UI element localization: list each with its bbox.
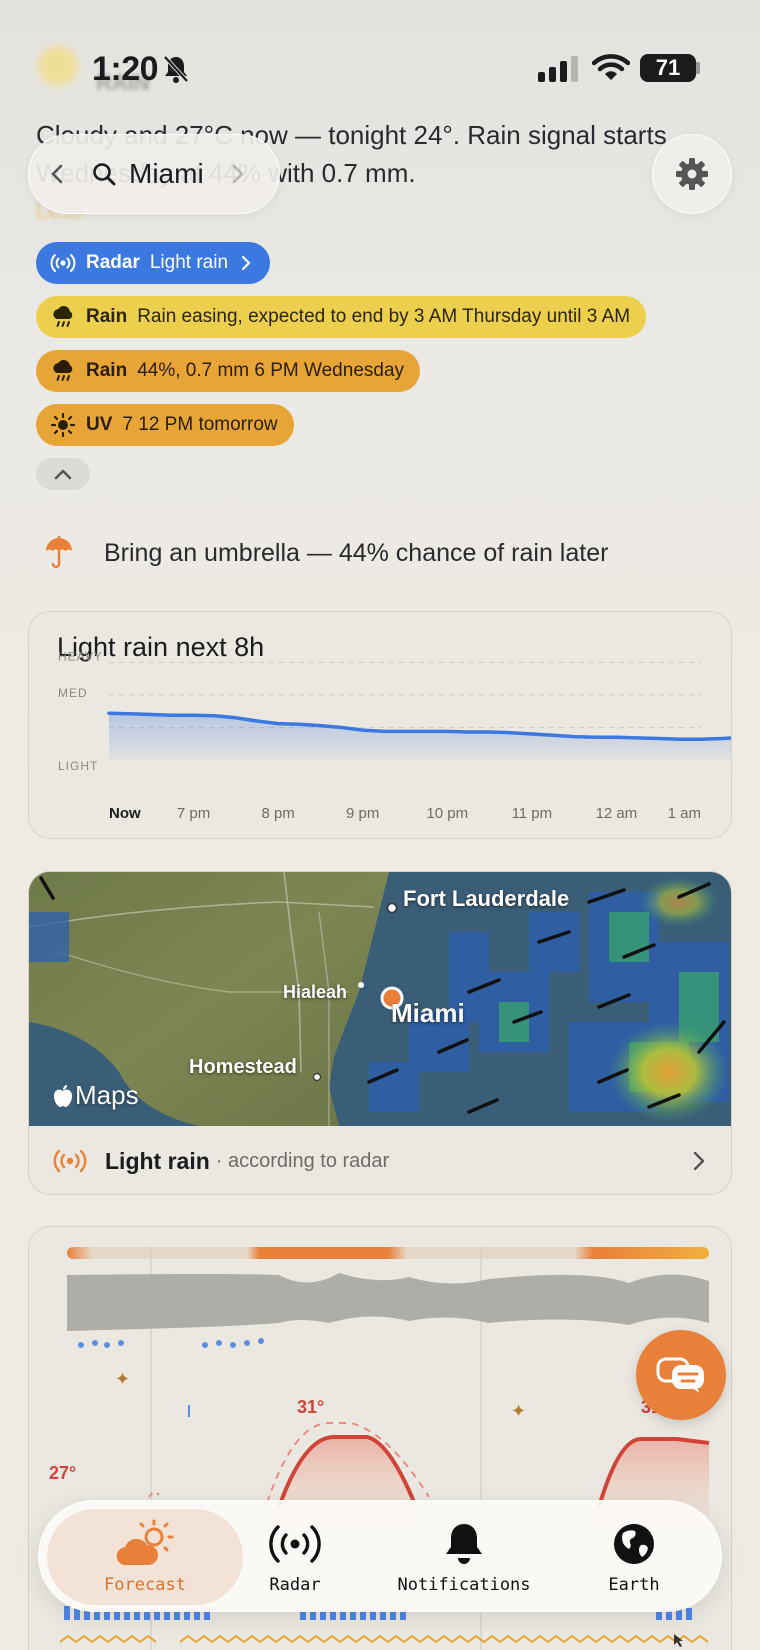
chart-x-tick-label: 7 pm [177, 805, 210, 822]
collapse-chips-button[interactable] [36, 458, 90, 490]
maps-attribution-text: Maps [75, 1080, 139, 1110]
map-label-homestead: Homestead [189, 1056, 297, 1078]
ghost-sun-icon [38, 46, 78, 86]
forecast-low-temp: 27° [49, 1463, 77, 1483]
chart-y-level-label: HEAVY [58, 650, 103, 664]
chevron-right-icon [241, 255, 251, 271]
svg-text:✦: ✦ [511, 1401, 526, 1422]
tab-forecast[interactable]: Forecast [47, 1509, 243, 1605]
tab-earth-label: Earth [608, 1575, 660, 1595]
chevron-left-icon[interactable] [47, 163, 69, 185]
chart-x-tick-label: 11 pm [512, 805, 553, 822]
chart-x-tick-label: Now [109, 805, 141, 822]
chevron-up-icon [54, 469, 72, 480]
rain-cloud-icon [53, 360, 73, 381]
rain-cloud-icon [53, 306, 73, 327]
rain-easing-chip-label: Rain [86, 306, 128, 327]
radar-icon [269, 1525, 321, 1563]
chart-x-tick-label: 10 pm [426, 805, 468, 822]
tab-notifications-label: Notifications [397, 1575, 531, 1595]
battery-indicator: 71 [640, 54, 696, 82]
rain-easing-chip[interactable]: Rain Rain easing, expected to end by 3 A… [36, 296, 647, 338]
tab-forecast-label: Forecast [104, 1575, 186, 1595]
tab-earth[interactable]: Earth [569, 1509, 699, 1605]
city-name[interactable]: Miami [129, 158, 204, 190]
tab-radar-label: Radar [269, 1575, 321, 1595]
globe-icon [614, 1524, 654, 1564]
uv-chip-label: UV [86, 414, 113, 435]
radar-chip[interactable]: Radar Light rain [36, 242, 271, 284]
rain-chance-chip-value: 44%, 0.7 mm 6 PM Wednesday [137, 360, 405, 381]
status-time: 1:20 [92, 50, 159, 88]
radar-map-card[interactable]: Fort Lauderdale Hialeah Miami Homestead … [28, 871, 732, 1195]
search-icon [93, 163, 116, 186]
map-label-fort-lauderdale: Fort Lauderdale [403, 886, 570, 911]
chart-y-level-label: LIGHT [58, 759, 98, 773]
bell-slash-icon [163, 55, 189, 83]
chat-button[interactable] [636, 1330, 726, 1420]
chevron-right-icon[interactable] [226, 163, 248, 185]
sun-icon [50, 412, 76, 438]
forecast-high-temp-1: 31° [297, 1397, 325, 1417]
map-label-miami: Miami [391, 998, 465, 1028]
radar-footer[interactable]: Light rain · according to radar [29, 1126, 731, 1194]
cursor-arrow-icon [674, 1634, 683, 1647]
radar-icon [53, 1149, 87, 1173]
tab-radar[interactable]: Radar [235, 1509, 355, 1605]
tab-bar: Forecast Radar Notifications Earth [38, 1500, 722, 1612]
chart-x-tick-label: 12 am [596, 805, 638, 822]
radar-icon [50, 254, 76, 272]
uv-chip-value: 7 12 PM tomorrow [122, 414, 278, 435]
maps-attribution: Maps [53, 1080, 139, 1111]
svg-text:✦: ✦ [115, 1369, 130, 1390]
radar-footer-sub: · according to radar [215, 1149, 390, 1172]
partly-cloudy-icon [116, 1519, 174, 1565]
rain-intensity-chart: HEAVY MED LIGHT Now 7 pm 8 pm 9 pm 10 pm 11 pm 12… [58, 650, 731, 822]
chart-x-tick-label: 8 pm [261, 805, 294, 822]
cellular-signal-icon [538, 56, 578, 82]
rain-easing-chip-value: Rain easing, expected to end by 3 AM Thu… [137, 306, 631, 327]
tab-notifications[interactable]: Notifications [369, 1509, 559, 1605]
radar-footer-label: Light rain [105, 1147, 210, 1174]
rain-chance-chip[interactable]: Rain 44%, 0.7 mm 6 PM Wednesday [36, 350, 421, 392]
radar-chip-value: Light rain [149, 252, 229, 273]
chevron-right-icon [693, 1151, 705, 1171]
apple-logo-icon [54, 1084, 72, 1107]
gear-icon [676, 158, 708, 190]
advice-text: Bring an umbrella — 44% chance of rain l… [104, 538, 609, 567]
umbrella-icon [46, 536, 72, 569]
rain-chance-chip-label: Rain [86, 360, 128, 381]
rain-next-8h-card[interactable]: Light rain next 8h HEAVY MED LIGHT Now 7 pm 8… [28, 611, 732, 839]
bell-icon [446, 1524, 482, 1564]
chart-x-tick-label: 9 pm [346, 805, 379, 822]
wifi-icon [592, 54, 630, 80]
uv-chip[interactable]: UV 7 12 PM tomorrow [36, 404, 294, 446]
chat-bubble-icon [656, 1357, 704, 1393]
chart-x-tick-label: 1 am [668, 805, 701, 822]
advice-row: Bring an umbrella — 44% chance of rain l… [44, 536, 608, 570]
chart-y-level-label: MED [58, 686, 88, 700]
battery-tip [696, 62, 700, 74]
map-label-hialeah: Hialeah [283, 982, 348, 1002]
radar-chip-label: Radar [86, 252, 140, 273]
settings-button[interactable] [652, 134, 732, 214]
location-search-pill[interactable]: Miami [28, 134, 280, 214]
